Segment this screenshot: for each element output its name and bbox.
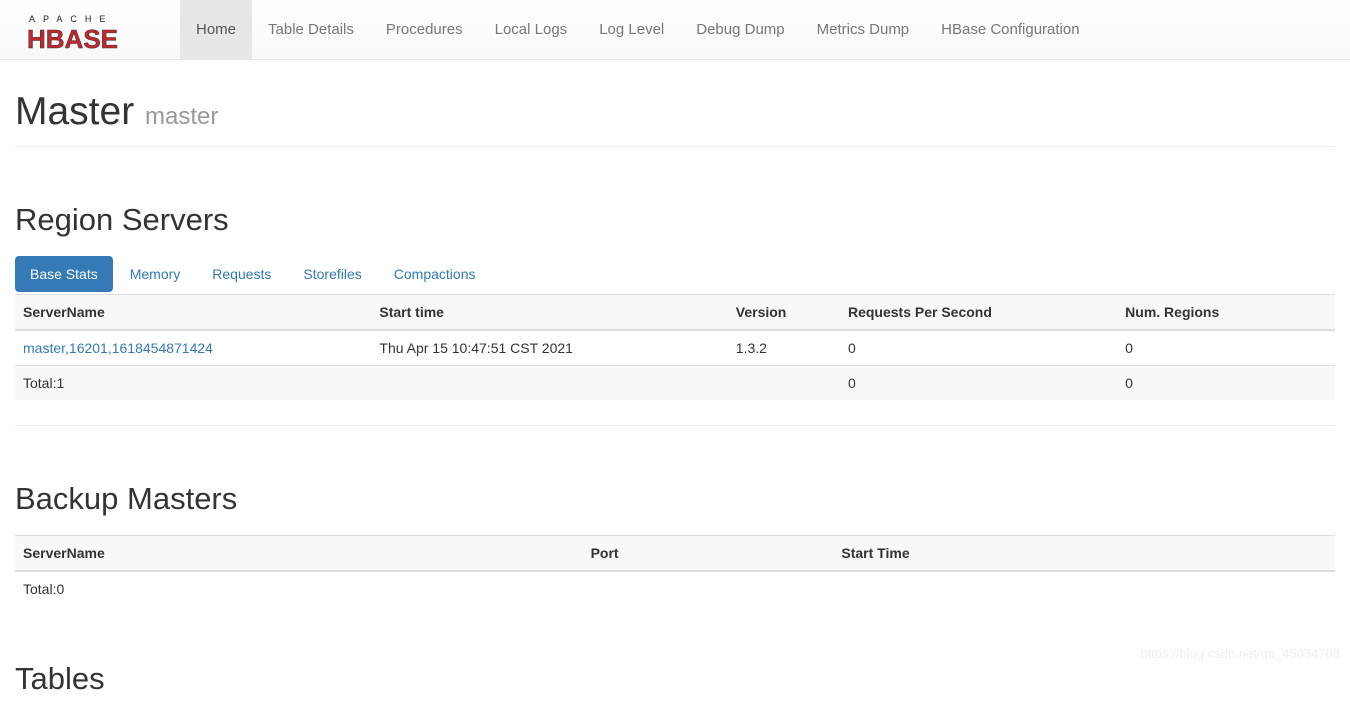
column-header: Version: [728, 295, 840, 331]
table-row: master,16201,1618454871424 Thu Apr 15 10:…: [15, 330, 1335, 366]
nav-link-home[interactable]: Home: [180, 0, 252, 59]
column-header: Start time: [371, 295, 727, 331]
tab-memory[interactable]: Memory: [115, 256, 196, 292]
tab-storefiles[interactable]: Storefiles: [288, 256, 376, 292]
column-header: Requests Per Second: [840, 295, 1117, 331]
page-title: Master: [15, 90, 134, 133]
page-header: Master master: [15, 90, 1335, 147]
total-rps-cell: 0: [840, 366, 1117, 401]
table-total-row: Total:1 00: [15, 366, 1335, 401]
nav-link-table-details[interactable]: Table Details: [252, 0, 370, 59]
rps-cell: 0: [840, 330, 1117, 366]
tables-heading: Tables: [15, 661, 1335, 697]
tab-base-stats[interactable]: Base Stats: [15, 256, 113, 292]
hbase-logo-icon: APACHE HBASE HBASE: [15, 10, 165, 50]
tab-requests[interactable]: Requests: [197, 256, 286, 292]
backup-masters-table: ServerNamePortStart Time Total:0: [15, 535, 1335, 606]
column-header: Num. Regions: [1117, 295, 1335, 331]
total-label-cell: Total:1: [15, 366, 371, 401]
server-link[interactable]: master,16201,1618454871424: [23, 340, 213, 356]
nav-link-log-level[interactable]: Log Level: [583, 0, 680, 59]
column-header: Port: [583, 536, 834, 572]
total-label-cell: Total:0: [15, 571, 583, 606]
regions-cell: 0: [1117, 330, 1335, 366]
page-subtitle: master: [145, 103, 218, 130]
region-servers-tabs: Base StatsMemoryRequestsStorefilesCompac…: [15, 256, 1335, 292]
backup-masters-heading: Backup Masters: [15, 481, 1335, 517]
svg-text:HBASE: HBASE: [27, 24, 118, 50]
total-regions-cell: 0: [1117, 366, 1335, 401]
column-header: Start Time: [833, 536, 1335, 572]
tab-compactions[interactable]: Compactions: [379, 256, 491, 292]
top-navbar: APACHE HBASE HBASE HomeTable DetailsProc…: [0, 0, 1350, 60]
region-servers-section: Region Servers Base StatsMemoryRequestsS…: [15, 202, 1335, 426]
column-header: ServerName: [15, 295, 371, 331]
nav-link-debug-dump[interactable]: Debug Dump: [680, 0, 800, 59]
table-header-row: ServerNameStart timeVersionRequests Per …: [15, 295, 1335, 331]
tables-section: Tables: [15, 661, 1335, 697]
table-header-row: ServerNamePortStart Time: [15, 536, 1335, 572]
nav-link-local-logs[interactable]: Local Logs: [479, 0, 584, 59]
nav-link-hbase-configuration[interactable]: HBase Configuration: [925, 0, 1095, 59]
table-total-row: Total:0: [15, 571, 1335, 606]
brand-logo[interactable]: APACHE HBASE HBASE: [15, 0, 180, 59]
region-servers-heading: Region Servers: [15, 202, 1335, 238]
svg-text:APACHE: APACHE: [29, 14, 113, 24]
version-cell: 1.3.2: [728, 330, 840, 366]
start-time-cell: Thu Apr 15 10:47:51 CST 2021: [371, 330, 727, 366]
nav-link-metrics-dump[interactable]: Metrics Dump: [801, 0, 926, 59]
nav-link-procedures[interactable]: Procedures: [370, 0, 479, 59]
backup-masters-section: Backup Masters ServerNamePortStart Time …: [15, 481, 1335, 606]
region-servers-table: ServerNameStart timeVersionRequests Per …: [15, 294, 1335, 400]
column-header: ServerName: [15, 536, 583, 572]
server-name-link: master,16201,1618454871424: [15, 330, 371, 366]
